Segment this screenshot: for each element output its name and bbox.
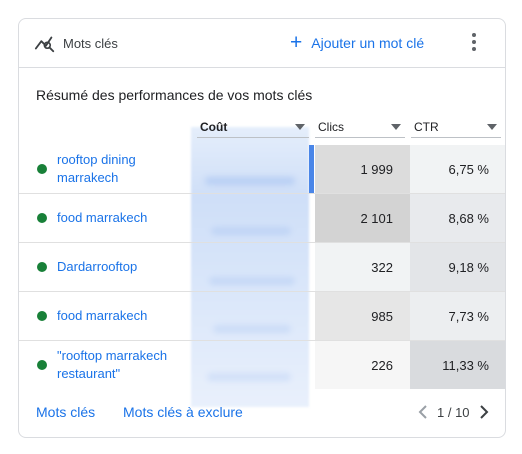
cell-clics: 1 999 bbox=[315, 145, 410, 193]
cell-clics: 322 bbox=[315, 243, 410, 291]
plus-icon: + bbox=[290, 31, 303, 54]
table-row: Dardarrooftop 322 9,18 % bbox=[19, 243, 505, 292]
keyword-link[interactable]: rooftop dining marrakech bbox=[37, 145, 187, 193]
sort-down-icon bbox=[487, 124, 497, 130]
keyword-link[interactable]: food marrakech bbox=[37, 292, 187, 340]
page-indicator: 1 / 10 bbox=[437, 404, 470, 420]
card-footer: Mots clés Mots clés à exclure 1 / 10 bbox=[19, 389, 505, 437]
keyword-table: rooftop dining marrakech 1 999 6,75 % food … bbox=[19, 145, 505, 389]
column-header-clics[interactable]: Clics bbox=[315, 119, 405, 138]
cell-clics: 2 101 bbox=[315, 194, 410, 242]
keyword-link[interactable]: Dardarrooftop bbox=[37, 243, 187, 291]
cell-clics: 985 bbox=[315, 292, 410, 340]
cell-ctr: 7,73 % bbox=[410, 292, 505, 340]
cell-cout bbox=[191, 194, 309, 242]
cell-cout bbox=[191, 243, 309, 291]
column-label-clics: Clics bbox=[318, 120, 344, 134]
keywords-card: Mots clés + Ajouter un mot clé Résumé de… bbox=[18, 18, 506, 438]
add-keyword-button[interactable]: + Ajouter un mot clé bbox=[290, 32, 424, 54]
keyword-link[interactable]: food marrakech bbox=[37, 194, 187, 242]
keyword-label: "rooftop marrakech restaurant" bbox=[57, 348, 168, 381]
keywords-link[interactable]: Mots clés bbox=[36, 404, 95, 420]
cell-ctr: 11,33 % bbox=[410, 341, 505, 389]
card-title: Mots clés bbox=[63, 36, 118, 51]
cell-ctr: 9,18 % bbox=[410, 243, 505, 291]
column-label-cout: Coût bbox=[200, 120, 228, 134]
cell-ctr: 6,75 % bbox=[410, 145, 505, 193]
cell-ctr: 8,68 % bbox=[410, 194, 505, 242]
column-header-cout[interactable]: Coût bbox=[197, 119, 309, 138]
keyword-link[interactable]: "rooftop marrakech restaurant" bbox=[37, 341, 187, 389]
keyword-label: food marrakech bbox=[57, 308, 148, 323]
add-keyword-label: Ajouter un mot clé bbox=[311, 35, 425, 51]
keyword-label: Dardarrooftop bbox=[57, 259, 138, 274]
column-header-ctr[interactable]: CTR bbox=[411, 119, 501, 138]
status-enabled-icon bbox=[37, 360, 47, 370]
performance-summary-title: Résumé des performances de vos mots clés bbox=[36, 87, 313, 103]
card-header: Mots clés + Ajouter un mot clé bbox=[19, 19, 505, 68]
chevron-left-icon[interactable] bbox=[416, 403, 432, 421]
status-enabled-icon bbox=[37, 311, 47, 321]
table-row: "rooftop marrakech restaurant" 226 11,33 % bbox=[19, 341, 505, 389]
keyword-label: food marrakech bbox=[57, 210, 148, 225]
cell-cout bbox=[191, 145, 309, 193]
sort-down-icon bbox=[295, 124, 305, 130]
status-enabled-icon bbox=[37, 262, 47, 272]
sort-down-icon bbox=[391, 124, 401, 130]
table-row: food marrakech 985 7,73 % bbox=[19, 292, 505, 341]
column-label-ctr: CTR bbox=[414, 120, 439, 134]
table-row: rooftop dining marrakech 1 999 6,75 % bbox=[19, 145, 505, 194]
keyword-label: rooftop dining marrakech bbox=[57, 152, 136, 185]
cell-cout bbox=[191, 341, 309, 389]
status-enabled-icon bbox=[37, 164, 47, 174]
cell-clics: 226 bbox=[315, 341, 410, 389]
more-vert-icon[interactable] bbox=[467, 33, 481, 53]
cell-cout bbox=[191, 292, 309, 340]
pagination: 1 / 10 bbox=[416, 403, 491, 421]
status-enabled-icon bbox=[37, 213, 47, 223]
keyword-chart-icon bbox=[34, 36, 55, 53]
table-row: food marrakech 2 101 8,68 % bbox=[19, 194, 505, 243]
cost-bar-accent bbox=[309, 145, 314, 193]
excluded-keywords-link[interactable]: Mots clés à exclure bbox=[123, 404, 243, 420]
chevron-right-icon[interactable] bbox=[475, 403, 491, 421]
